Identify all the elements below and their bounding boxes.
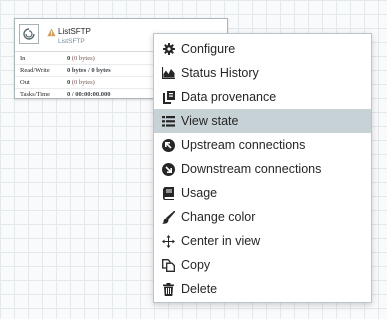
stat-value: 0 (0 bytes) [67, 53, 95, 64]
stat-value: 0 bytes / 0 bytes [67, 65, 111, 76]
gear-icon [162, 43, 175, 56]
paintbrush-icon [162, 210, 175, 224]
stat-label: Out [20, 79, 30, 86]
menu-item-downstream-connections[interactable]: Downstream connections [154, 157, 371, 181]
stat-label: Read/Write [20, 67, 50, 74]
area-chart-icon [162, 67, 175, 80]
menu-item-label: Upstream connections [181, 138, 306, 152]
stat-value: 0 (0 bytes) [67, 77, 95, 88]
menu-item-label: Delete [181, 282, 218, 296]
menu-item-delete[interactable]: Delete [154, 277, 371, 301]
menu-item-status-history[interactable]: Status History [154, 61, 371, 85]
provenance-icon [162, 90, 175, 104]
stat-label: In [20, 55, 26, 62]
menu-item-label: Configure [181, 42, 236, 56]
menu-item-center-in-view[interactable]: Center in view [154, 229, 371, 253]
menu-item-label: Usage [181, 186, 218, 200]
stat-value-main: 0 [67, 79, 71, 86]
menu-item-change-color[interactable]: Change color [154, 205, 371, 229]
stat-value-sub: (0 bytes) [71, 55, 95, 62]
trash-icon [162, 282, 175, 296]
book-icon [162, 186, 175, 200]
menu-item-label: View state [181, 114, 239, 128]
menu-item-data-provenance[interactable]: Data provenance [154, 85, 371, 109]
stat-label: Tasks/Time [20, 91, 51, 98]
context-menu: Configure Status History Data provenance [153, 33, 372, 303]
stat-value-main: 0 bytes / 0 bytes [67, 67, 111, 74]
copy-icon [162, 258, 175, 272]
processor-type-icon [19, 24, 39, 44]
arrow-circle-up-left-icon [162, 138, 175, 152]
menu-item-view-state[interactable]: View state [154, 109, 371, 133]
menu-item-usage[interactable]: Usage [154, 181, 371, 205]
menu-item-label: Center in view [181, 234, 261, 248]
menu-item-label: Copy [181, 258, 211, 272]
processor-name: ListSFTP [58, 27, 91, 36]
arrow-circle-down-right-icon [162, 162, 175, 176]
menu-item-label: Change color [181, 210, 256, 224]
crosshairs-icon [162, 234, 175, 248]
menu-item-label: Status History [181, 66, 259, 80]
stat-value-main: 0 [67, 55, 71, 62]
list-icon [162, 115, 175, 128]
warning-icon[interactable] [47, 28, 56, 37]
menu-item-copy[interactable]: Copy [154, 253, 371, 277]
stat-value-main: 0 / 00:00:00.000 [67, 91, 111, 98]
stat-value-sub: (0 bytes) [71, 79, 95, 86]
menu-item-configure[interactable]: Configure [154, 37, 371, 61]
menu-item-label: Downstream connections [181, 162, 322, 176]
stat-value: 0 / 00:00:00.000 [67, 89, 111, 100]
menu-item-label: Data provenance [181, 90, 277, 104]
menu-item-upstream-connections[interactable]: Upstream connections [154, 133, 371, 157]
processor-type: ListSFTP [58, 38, 85, 45]
